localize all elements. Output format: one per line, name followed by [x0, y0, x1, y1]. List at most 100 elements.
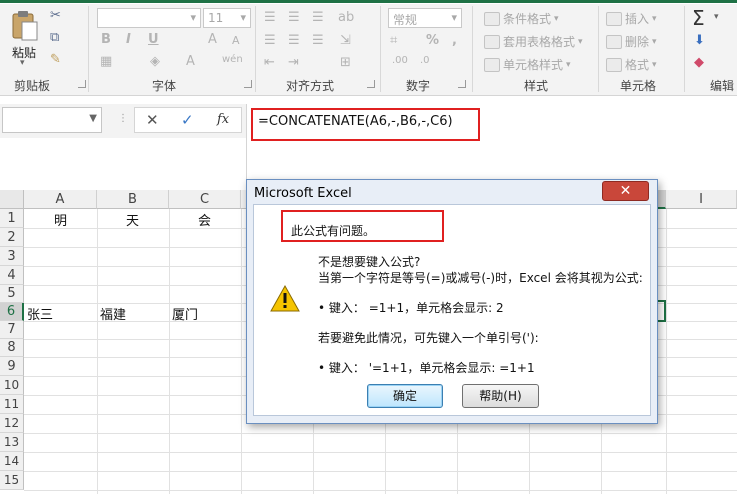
row-header[interactable]: 3 — [0, 247, 24, 266]
row-header[interactable]: 15 — [0, 471, 24, 490]
row-header[interactable]: 12 — [0, 414, 24, 433]
cell-a1[interactable]: 明 — [54, 210, 67, 229]
font-grow-icon[interactable]: A — [208, 32, 217, 47]
phonetic-icon[interactable]: wén — [222, 54, 243, 65]
align-bottom-icon[interactable]: ☰ — [312, 10, 324, 25]
delete-button[interactable]: 删除 ▾ — [606, 33, 657, 50]
name-box[interactable]: ▼ — [2, 107, 102, 133]
row-header[interactable]: 10 — [0, 376, 24, 395]
row-header[interactable]: 11 — [0, 395, 24, 414]
chevron-down-icon: ▾ — [578, 36, 583, 47]
decrease-indent-icon[interactable]: ⇤ — [264, 55, 275, 70]
increase-decimal-icon[interactable]: .00 — [392, 55, 408, 66]
number-format-dropdown[interactable]: 常规 ▾ — [388, 8, 462, 28]
conditional-format-button[interactable]: 条件格式 ▾ — [484, 10, 559, 27]
decrease-decimal-icon[interactable]: .0 — [420, 55, 430, 66]
merge-center-icon[interactable]: ⊞ — [340, 55, 351, 70]
align-top-icon[interactable]: ☰ — [264, 10, 276, 25]
clear-icon[interactable]: ◆ — [694, 55, 704, 70]
row-header[interactable]: 7 — [0, 321, 24, 339]
select-all-corner[interactable] — [0, 190, 24, 209]
align-left-icon[interactable]: ☰ — [264, 33, 276, 48]
ok-button[interactable]: 确定 — [367, 384, 443, 408]
dialog-line-1: 不是想要键入公式? — [318, 255, 421, 269]
cell-a6[interactable]: 张三 — [27, 304, 53, 323]
selected-cell-border — [658, 300, 666, 322]
font-launcher-icon[interactable] — [244, 80, 252, 88]
align-right-icon[interactable]: ☰ — [312, 33, 324, 48]
orientation-icon[interactable]: ab — [338, 10, 354, 25]
row-header[interactable]: 13 — [0, 433, 24, 452]
font-shrink-icon[interactable]: A — [232, 34, 240, 47]
increase-indent-icon[interactable]: ⇥ — [288, 55, 299, 70]
cell-c6[interactable]: 厦门 — [172, 304, 198, 323]
insert-button[interactable]: 插入 ▾ — [606, 10, 657, 27]
delete-icon — [606, 34, 622, 49]
fill-color-icon[interactable]: ◈ — [150, 54, 160, 69]
row-header-active[interactable]: 6 — [0, 303, 24, 321]
group-divider — [255, 6, 256, 92]
align-middle-icon[interactable]: ☰ — [288, 10, 300, 25]
row-header[interactable]: 8 — [0, 339, 24, 357]
format-painter-icon[interactable]: ✎ — [50, 52, 61, 67]
alignment-launcher-icon[interactable] — [367, 80, 375, 88]
insert-icon — [606, 11, 622, 26]
help-button[interactable]: 帮助(H) — [462, 384, 539, 408]
comma-style-icon[interactable]: , — [452, 33, 457, 48]
wrap-text-icon[interactable]: ⇲ — [340, 33, 351, 48]
cell-c1[interactable]: 会 — [198, 210, 211, 229]
paste-button[interactable]: 粘贴 ▾ — [8, 8, 42, 68]
row-header[interactable]: 1 — [0, 209, 24, 228]
autosum-icon[interactable]: Σ — [692, 6, 705, 30]
cancel-formula-button[interactable]: ✕ — [146, 111, 159, 129]
warning-icon — [270, 285, 300, 312]
underline-button[interactable]: U — [148, 32, 159, 47]
font-size-dropdown[interactable]: 11 ▾ — [203, 8, 251, 28]
cell-styles-label: 单元格样式 — [503, 58, 564, 72]
formula-bar-grip-icon[interactable]: ⋮ — [118, 113, 128, 124]
cut-icon[interactable]: ✂ — [50, 8, 61, 23]
number-launcher-icon[interactable] — [458, 80, 466, 88]
dialog-line-2: 当第一个字符是等号(=)或减号(-)时，Excel 会将其视为公式: — [318, 271, 643, 285]
cell-b1[interactable]: 天 — [126, 210, 139, 229]
row-header[interactable]: 9 — [0, 357, 24, 376]
font-color-icon[interactable]: A — [186, 54, 195, 69]
grid-line — [24, 452, 737, 453]
grid-line — [241, 209, 242, 494]
cell-b6[interactable]: 福建 — [100, 304, 126, 323]
italic-button[interactable]: I — [126, 32, 131, 47]
cells-group-label: 单元格 — [620, 79, 657, 93]
column-header-i[interactable]: I — [666, 190, 737, 209]
insert-function-button[interactable]: fx — [217, 112, 229, 127]
format-icon — [606, 57, 622, 72]
row-header[interactable]: 5 — [0, 285, 24, 303]
group-divider — [684, 6, 685, 92]
enter-formula-button[interactable]: ✓ — [181, 111, 194, 129]
font-name-dropdown[interactable]: ▾ — [97, 8, 201, 28]
column-header-b[interactable]: B — [97, 190, 169, 209]
row-header[interactable]: 14 — [0, 452, 24, 471]
bold-button[interactable]: B — [101, 32, 111, 47]
copy-icon[interactable]: ⧉ — [50, 30, 59, 45]
row-header[interactable]: 2 — [0, 228, 24, 247]
dialog-main-message: 此公式有问题。 — [291, 224, 376, 238]
align-center-icon[interactable]: ☰ — [288, 33, 300, 48]
border-icon[interactable]: ▦ — [100, 54, 112, 69]
column-header-h[interactable] — [658, 190, 666, 209]
column-header-a[interactable]: A — [24, 190, 97, 209]
accounting-format-icon[interactable]: ⌗ — [390, 33, 397, 48]
dialog-close-button[interactable]: ✕ — [602, 181, 649, 201]
grid-line — [24, 471, 737, 472]
format-button[interactable]: 格式 ▾ — [606, 56, 657, 73]
table-format-button[interactable]: 套用表格格式 ▾ — [484, 33, 583, 50]
percent-icon[interactable]: % — [426, 33, 439, 48]
cell-styles-button[interactable]: 单元格样式 ▾ — [484, 56, 571, 73]
clipboard-launcher-icon[interactable] — [78, 80, 86, 88]
fill-icon[interactable]: ⬇ — [694, 33, 705, 48]
dialog-line-4: 若要避免此情况，可先键入一个单引号('): — [318, 331, 539, 345]
table-format-icon — [484, 34, 500, 49]
row-header[interactable]: 4 — [0, 266, 24, 285]
column-header-c[interactable]: C — [169, 190, 241, 209]
clipboard-group-label: 剪贴板 — [14, 79, 51, 93]
cell-styles-icon — [484, 57, 500, 72]
